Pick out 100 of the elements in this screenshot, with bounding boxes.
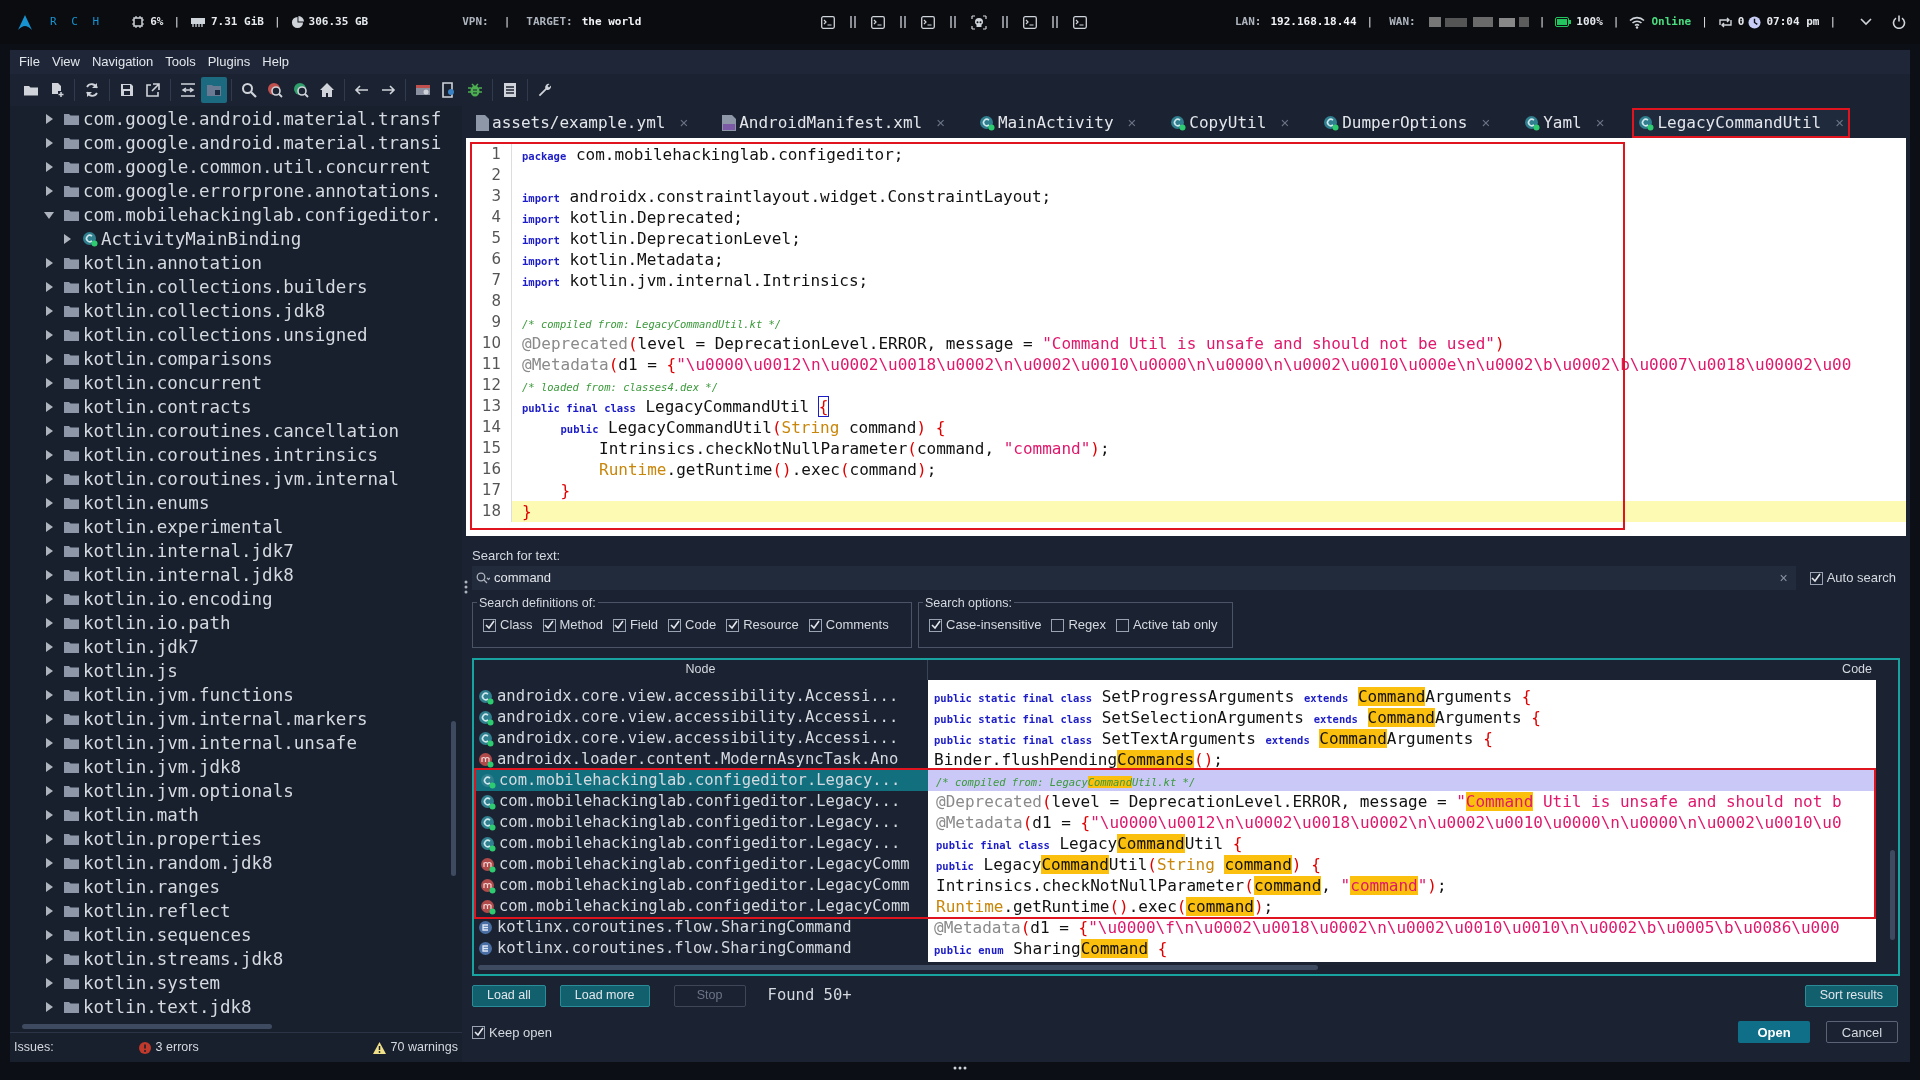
sort-results-button[interactable]: Sort results [1804, 984, 1898, 1007]
menu-item[interactable]: Help [257, 52, 295, 72]
error-count[interactable]: 3 errors [155, 1038, 199, 1057]
open-button[interactable]: Open [1738, 1021, 1810, 1044]
expand-arrow-icon[interactable] [44, 714, 54, 724]
terminal-icon[interactable] [821, 15, 836, 29]
result-node[interactable]: com.mobilehackinglab.configeditor.LegacyComm [476, 896, 928, 917]
expand-arrow-icon[interactable] [44, 282, 54, 292]
checkbox[interactable] [472, 1025, 485, 1039]
expand-arrow-icon[interactable] [44, 1002, 54, 1012]
expand-arrow-icon[interactable] [44, 642, 54, 652]
expand-arrow-icon[interactable] [62, 234, 72, 244]
expand-arrow-icon[interactable] [44, 834, 54, 844]
expand-arrow-icon[interactable] [44, 162, 54, 172]
checkbox[interactable] [808, 618, 822, 632]
terminal-icon[interactable] [921, 15, 936, 29]
expand-arrow-icon[interactable] [44, 930, 54, 940]
checkbox-label[interactable]: Auto search [1826, 568, 1896, 588]
checkbox[interactable] [668, 618, 682, 632]
checkbox-label[interactable]: Regex [1068, 615, 1106, 635]
menu-item[interactable]: Plugins [202, 52, 256, 72]
checkbox-label[interactable]: Active tab only [1132, 615, 1218, 635]
scrollbar-thumb[interactable] [1890, 850, 1895, 940]
expand-arrow-icon[interactable] [44, 666, 54, 676]
expand-arrow-icon[interactable] [44, 858, 54, 868]
editor-tab[interactable]: DumperOptions × [1317, 108, 1497, 138]
expand-arrow-icon[interactable] [44, 546, 54, 556]
expand-arrow-icon[interactable] [44, 306, 54, 316]
expand-arrow-icon[interactable] [44, 378, 54, 388]
editor-tab[interactable]: Yaml × [1518, 108, 1611, 138]
menu-item[interactable]: Tools [160, 52, 201, 72]
result-node[interactable]: com.mobilehackinglab.configeditor.Legacy... [476, 770, 928, 791]
checkbox-label[interactable]: Keep open [489, 1022, 552, 1042]
expand-arrow-icon[interactable] [44, 330, 54, 340]
result-node[interactable]: androidx.core.view.accessibility.Accessi... [474, 728, 926, 749]
search-field[interactable]: command × [472, 566, 1796, 590]
checkbox-label[interactable]: Case-insensitive [946, 615, 1042, 635]
scrollbar-thumb[interactable] [478, 965, 1318, 970]
expand-arrow-icon[interactable] [44, 594, 54, 604]
terminal-icon[interactable] [1023, 15, 1038, 29]
checkbox-label[interactable]: Method [559, 615, 603, 635]
checkbox[interactable] [1115, 618, 1129, 632]
editor-tab[interactable]: MainActivity × [972, 108, 1143, 138]
checkbox-label[interactable]: Comments [825, 615, 889, 635]
expand-arrow-icon[interactable] [44, 426, 54, 436]
expand-arrow-icon[interactable] [44, 258, 54, 268]
load-more-button[interactable]: Load more [559, 984, 650, 1007]
checkbox-label[interactable]: Class [500, 615, 533, 635]
close-button[interactable]: × [936, 111, 945, 135]
expand-arrow-icon[interactable] [44, 954, 54, 964]
checkbox[interactable] [542, 618, 556, 632]
result-node[interactable]: kotlinx.coroutines.flow.SharingCommand [474, 917, 926, 938]
checkbox-label[interactable]: Resource [743, 615, 799, 635]
expand-arrow-icon[interactable] [44, 186, 54, 196]
checkbox[interactable] [612, 618, 626, 632]
expand-arrow-icon[interactable] [44, 882, 54, 892]
editor-tab[interactable]: AndroidManifest.xml × [716, 108, 951, 138]
checkbox[interactable] [1809, 571, 1823, 585]
terminal-icon[interactable] [871, 15, 886, 29]
more-handle-icon[interactable] [953, 1066, 967, 1070]
expand-arrow-icon[interactable] [44, 978, 54, 988]
editor-tab[interactable]: CopyUtil × [1164, 108, 1296, 138]
expand-arrow-icon[interactable] [44, 498, 54, 508]
menu-item[interactable]: File [14, 52, 45, 72]
expand-arrow-icon[interactable] [44, 354, 54, 364]
expand-arrow-icon[interactable] [44, 522, 54, 532]
load-all-button[interactable]: Load all [472, 984, 546, 1007]
chevron-down-icon[interactable] [1860, 18, 1872, 26]
expand-arrow-icon[interactable] [44, 906, 54, 916]
menu-item[interactable]: View [46, 52, 85, 72]
expand-arrow-icon[interactable] [44, 138, 54, 148]
expand-arrow-icon[interactable] [44, 114, 54, 124]
expand-arrow-icon[interactable] [44, 762, 54, 772]
expand-arrow-icon[interactable] [44, 474, 54, 484]
result-node[interactable]: androidx.loader.content.ModernAsyncTask.Ano [474, 749, 926, 770]
checkbox-label[interactable]: Code [685, 615, 717, 635]
result-node[interactable]: com.mobilehackinglab.configeditor.LegacyComm [476, 854, 928, 875]
result-node[interactable]: androidx.core.view.accessibility.Accessi... [474, 707, 926, 728]
expand-arrow-icon[interactable] [44, 786, 54, 796]
result-node[interactable]: com.mobilehackinglab.configeditor.LegacyComm [476, 875, 928, 896]
column-header[interactable]: Code [928, 660, 1898, 680]
result-node[interactable]: androidx.core.view.accessibility.Accessi... [474, 686, 926, 707]
checkbox[interactable] [726, 618, 740, 632]
scrollbar-thumb[interactable] [451, 721, 456, 876]
checkbox[interactable] [1051, 618, 1065, 632]
terminal-icon[interactable] [1073, 15, 1088, 29]
skull-icon[interactable] [971, 14, 988, 30]
menu-item[interactable]: Navigation [86, 52, 159, 72]
clear-button[interactable]: × [1779, 567, 1788, 589]
checkbox-label[interactable]: Field [629, 615, 659, 635]
power-icon[interactable] [1892, 15, 1906, 29]
checkbox[interactable] [483, 618, 496, 632]
expand-arrow-icon[interactable] [44, 810, 54, 820]
editor-tab[interactable]: LegacyCommandUtil × [1632, 108, 1850, 138]
expand-arrow-icon[interactable] [44, 690, 54, 700]
collapse-arrow-icon[interactable] [44, 210, 54, 220]
scrollbar-thumb[interactable] [22, 1024, 272, 1029]
expand-arrow-icon[interactable] [44, 738, 54, 748]
result-node[interactable]: com.mobilehackinglab.configeditor.Legacy... [476, 833, 928, 854]
checkbox[interactable] [929, 618, 942, 632]
